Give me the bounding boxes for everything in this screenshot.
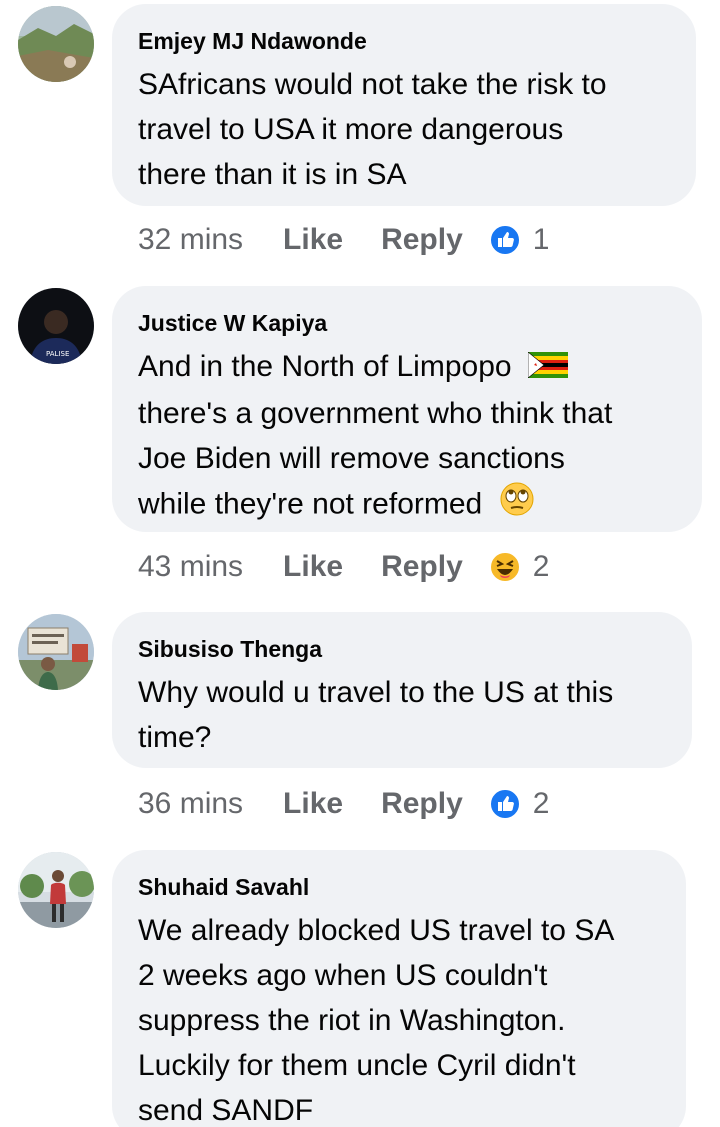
comment-line: We already blocked US travel to SA [138,914,615,947]
reaction-count[interactable]: 1 [533,223,550,257]
comment-bubble: Sibusiso Thenga Why would u travel to th… [112,612,692,768]
comment-line: while they're not reformed [138,487,483,520]
sign-avatar-image [18,614,94,690]
avatar[interactable] [18,852,94,928]
comment-line: send SANDF [138,1094,314,1127]
comment-author[interactable]: Sibusiso Thenga [138,634,664,664]
comment-line: travel to USA it more dangerous [138,113,564,146]
comment-line: And in the North of Limpopo [138,350,512,383]
comment-actions: 36 mins Like Reply 2 [138,782,549,826]
comment-line: Why would u travel to the US at this [138,676,614,709]
like-button[interactable]: Like [283,787,343,821]
comment-text: SAfricans would not take the risk to tra… [138,62,668,197]
comment-bubble: Justice W Kapiya And in the North of Lim… [112,286,702,532]
comment-line: time? [138,721,212,754]
comment-text: And in the North of Limpopo there's a go… [138,344,674,530]
comment-actions: 32 mins Like Reply 1 [138,218,549,262]
comment-text: Why would u travel to the US at this tim… [138,670,664,760]
like-icon[interactable] [488,788,521,820]
svg-text:PALISE: PALISE [46,350,69,358]
comment-line: Luckily for them uncle Cyril didn't [138,1049,576,1082]
reply-button[interactable]: Reply [381,550,463,584]
comment-bubble: Shuhaid Savahl We already blocked US tra… [112,850,686,1127]
comment-text: We already blocked US travel to SA 2 wee… [138,908,658,1127]
person-outdoor-avatar-image [18,852,94,928]
eye-roll-emoji [499,481,535,530]
comment-author[interactable]: Justice W Kapiya [138,308,674,338]
comment-actions: 43 mins Like Reply 2 [138,545,549,589]
like-button[interactable]: Like [283,223,343,257]
comment-line: Joe Biden will remove sanctions [138,441,565,475]
comment-author[interactable]: Shuhaid Savahl [138,872,658,902]
comment-bubble: Emjey MJ Ndawonde SAfricans would not ta… [112,4,696,206]
zimbabwe-flag-icon [527,346,568,391]
comment-line: there's a government who think that [138,396,613,430]
comment-line: 2 weeks ago when US couldn't [138,959,548,992]
reaction-count[interactable]: 2 [533,550,550,584]
comment-line: suppress the riot in Washington. [138,1004,566,1037]
reply-button[interactable]: Reply [381,787,463,821]
person-dark-avatar-image: PALISE [18,288,94,364]
comment-feed: Emjey MJ Ndawonde SAfricans would not ta… [0,0,720,1127]
comment-line: there than it is in SA [138,158,407,191]
comment-time[interactable]: 43 mins [138,550,243,584]
comment-line-with-emoji: while they're not reformed [138,481,674,530]
landscape-avatar-image [18,6,94,82]
like-button[interactable]: Like [283,550,343,584]
avatar[interactable]: PALISE [18,288,94,364]
like-icon[interactable] [488,224,521,256]
avatar[interactable] [18,6,94,82]
comment-author[interactable]: Emjey MJ Ndawonde [138,26,668,56]
avatar[interactable] [18,614,94,690]
comment-time[interactable]: 32 mins [138,223,243,257]
comment-line: SAfricans would not take the risk to [138,68,607,101]
comment-time[interactable]: 36 mins [138,787,243,821]
reaction-count[interactable]: 2 [533,787,550,821]
comment-line-with-flag: And in the North of Limpopo [138,344,674,391]
haha-icon[interactable] [488,551,521,583]
reply-button[interactable]: Reply [381,223,463,257]
